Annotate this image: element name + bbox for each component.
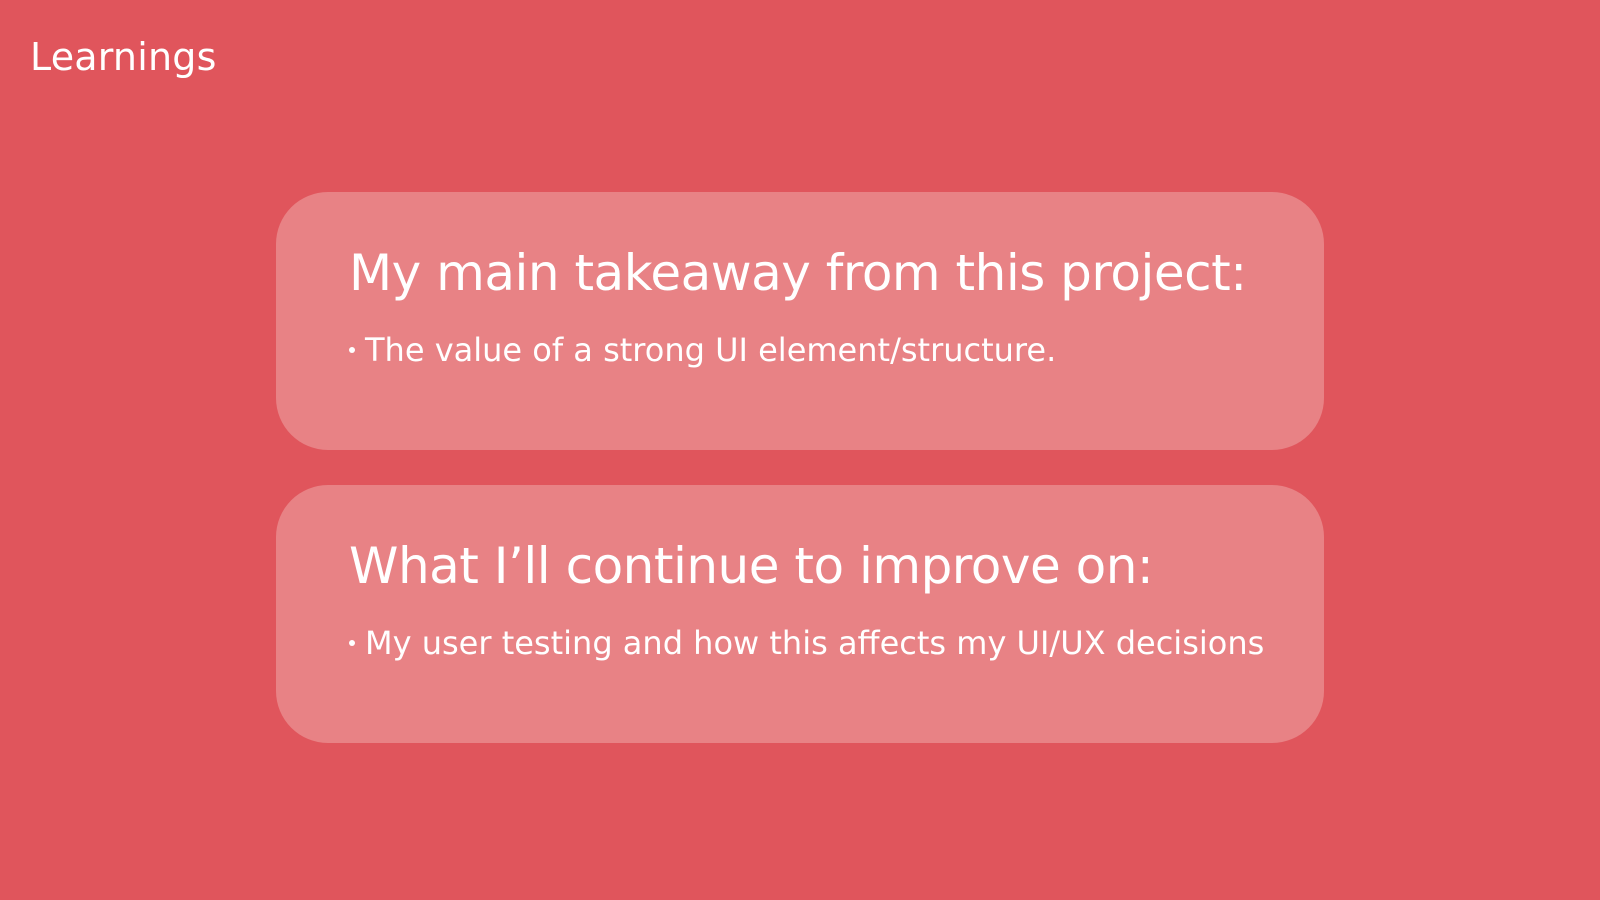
takeaway-list: The value of a strong UI element/structu… bbox=[349, 328, 1324, 372]
bullet-icon bbox=[349, 347, 355, 353]
improvement-heading: What I’ll continue to improve on: bbox=[349, 537, 1154, 595]
takeaway-card: My main takeaway from this project: The … bbox=[276, 192, 1324, 450]
bullet-icon bbox=[349, 640, 355, 646]
list-item: My user testing and how this affects my … bbox=[349, 621, 1324, 665]
slide-title: Learnings bbox=[30, 35, 217, 79]
takeaway-bullet-text: The value of a strong UI element/structu… bbox=[365, 331, 1057, 369]
takeaway-heading: My main takeaway from this project: bbox=[349, 244, 1247, 302]
improvement-card: What I’ll continue to improve on: My use… bbox=[276, 485, 1324, 743]
list-item: The value of a strong UI element/structu… bbox=[349, 328, 1324, 372]
improvement-bullet-text: My user testing and how this affects my … bbox=[365, 624, 1265, 662]
improvement-list: My user testing and how this affects my … bbox=[349, 621, 1324, 665]
